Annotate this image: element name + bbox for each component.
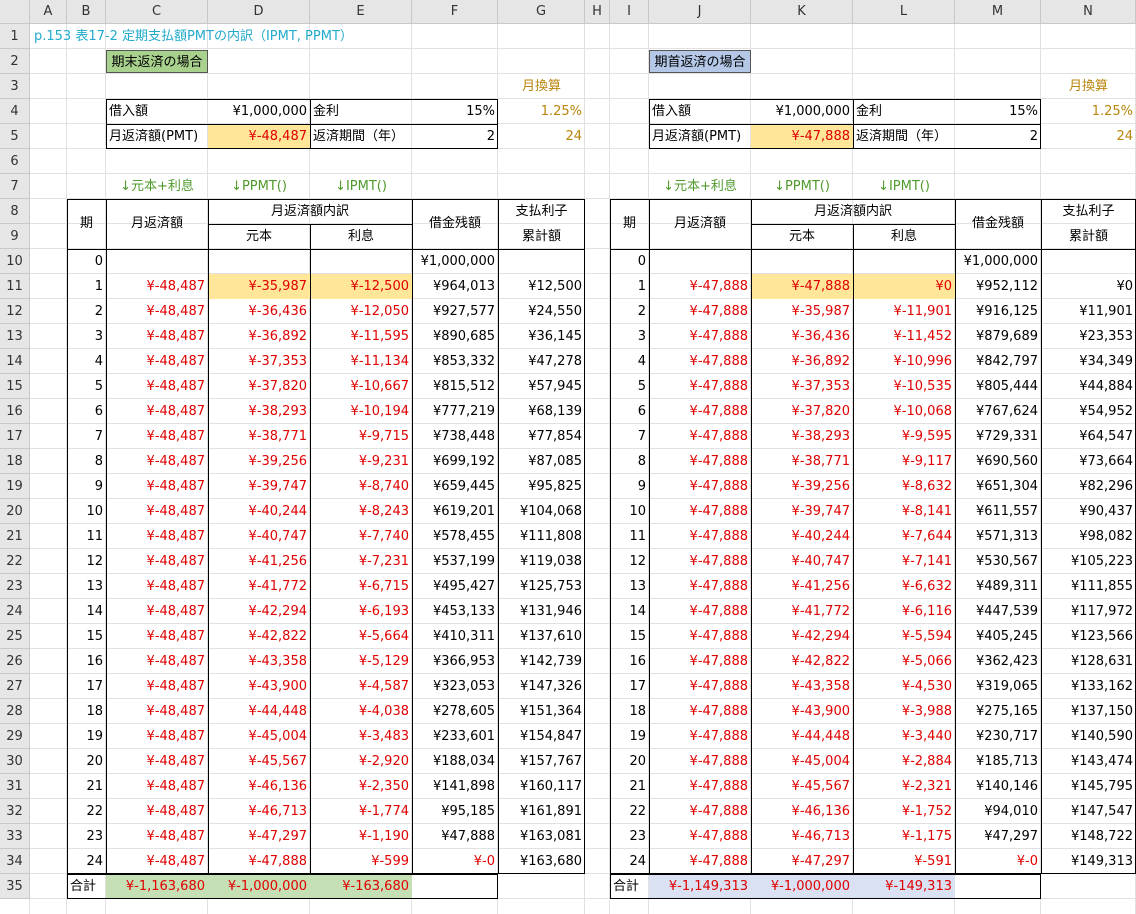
column-header-I[interactable]: I	[610, 0, 649, 24]
left-table-vline-3	[412, 199, 413, 874]
column-header-B[interactable]: B	[67, 0, 106, 24]
right-arrow-total-note[interactable]: ↓元本+利息	[649, 174, 751, 199]
row-header-30[interactable]: 30	[0, 749, 30, 774]
row-header-28[interactable]: 28	[0, 699, 30, 724]
left-table-vline-0	[106, 199, 107, 874]
row-header-34[interactable]: 34	[0, 849, 30, 874]
right-arrow-ipmt-note[interactable]: ↓IPMT()	[853, 174, 955, 199]
row-header-19[interactable]: 19	[0, 474, 30, 499]
left-arrow-ipmt-note[interactable]: ↓IPMT()	[310, 174, 412, 199]
column-header-C[interactable]: C	[106, 0, 208, 24]
spreadsheet[interactable]: A B C D E F G H I J K L M N 1 2 3 4 5 6 7 8 9 10 11 12 13 14 15 16 17 1…	[0, 0, 1136, 914]
right-header-bottom-line	[610, 249, 1136, 250]
row-header-21[interactable]: 21	[0, 524, 30, 549]
row-header-14[interactable]: 14	[0, 349, 30, 374]
column-header-L[interactable]: L	[853, 0, 955, 24]
row-header-33[interactable]: 33	[0, 824, 30, 849]
column-header-J[interactable]: J	[649, 0, 751, 24]
right-scenario-heading[interactable]: 期首返済の場合	[649, 50, 751, 73]
column-header-E[interactable]: E	[310, 0, 412, 24]
right-table-vline-1	[751, 199, 752, 874]
left-params-vline-1	[310, 99, 311, 149]
row-header-5[interactable]: 5	[0, 124, 30, 149]
right-monthly-calc-label[interactable]: 月換算	[1041, 74, 1136, 99]
row-header-15[interactable]: 15	[0, 374, 30, 399]
left-scenario-heading[interactable]: 期末返済の場合	[106, 50, 208, 73]
column-header-F[interactable]: F	[412, 0, 498, 24]
column-header-K[interactable]: K	[751, 0, 853, 24]
left-arrow-ppmt-note[interactable]: ↓PPMT()	[208, 174, 310, 199]
left-table-vline-1	[208, 199, 209, 874]
row-header-6[interactable]: 6	[0, 149, 30, 174]
row-header-18[interactable]: 18	[0, 449, 30, 474]
right-params-vline-1	[853, 99, 854, 149]
column-header-G[interactable]: G	[498, 0, 585, 24]
row-header-29[interactable]: 29	[0, 724, 30, 749]
row-header-13[interactable]: 13	[0, 324, 30, 349]
row-header-35[interactable]: 35	[0, 874, 30, 899]
row-header-4[interactable]: 4	[0, 99, 30, 124]
left-arrow-total-note[interactable]: ↓元本+利息	[106, 174, 208, 199]
right-table-border	[610, 199, 1136, 874]
row-header-17[interactable]: 17	[0, 424, 30, 449]
left-table-border	[67, 199, 585, 874]
row-header-22[interactable]: 22	[0, 549, 30, 574]
right-table-vline-2	[853, 224, 854, 874]
left-breakdown-hline	[208, 224, 412, 225]
right-table-vline-0	[649, 199, 650, 874]
row-header-16[interactable]: 16	[0, 399, 30, 424]
right-params-hline	[649, 124, 1041, 125]
right-breakdown-hline	[751, 224, 955, 225]
left-totals-border	[67, 874, 498, 899]
row-header-8[interactable]: 8	[0, 199, 30, 224]
left-monthly-rate-value[interactable]: 1.25%	[498, 99, 585, 124]
row-header-31[interactable]: 31	[0, 774, 30, 799]
row-header-12[interactable]: 12	[0, 299, 30, 324]
row-header-10[interactable]: 10	[0, 249, 30, 274]
left-table-vline-2	[310, 224, 311, 874]
right-table-vline-4	[1041, 199, 1042, 874]
row-header-26[interactable]: 26	[0, 649, 30, 674]
column-header-M[interactable]: M	[955, 0, 1041, 24]
row-header-23[interactable]: 23	[0, 574, 30, 599]
row-header-11[interactable]: 11	[0, 274, 30, 299]
row-header-27[interactable]: 27	[0, 674, 30, 699]
left-header-bottom-line	[67, 249, 585, 250]
row-header-2[interactable]: 2	[0, 49, 30, 74]
row-header-9[interactable]: 9	[0, 224, 30, 249]
row-header-7[interactable]: 7	[0, 174, 30, 199]
column-header-D[interactable]: D	[208, 0, 310, 24]
right-monthly-rate-value[interactable]: 1.25%	[1041, 99, 1136, 124]
row-header-32[interactable]: 32	[0, 799, 30, 824]
row-header-20[interactable]: 20	[0, 499, 30, 524]
right-table-vline-3	[955, 199, 956, 874]
right-months-value[interactable]: 24	[1041, 124, 1136, 149]
left-table-vline-4	[498, 199, 499, 874]
column-header-N[interactable]: N	[1041, 0, 1136, 24]
right-totals-border	[610, 874, 1041, 899]
left-monthly-calc-label[interactable]: 月換算	[498, 74, 585, 99]
row-header-3[interactable]: 3	[0, 74, 30, 99]
column-header-A[interactable]: A	[30, 0, 67, 24]
row-header-1[interactable]: 1	[0, 24, 30, 49]
right-arrow-ppmt-note[interactable]: ↓PPMT()	[751, 174, 853, 199]
row-header-25[interactable]: 25	[0, 624, 30, 649]
left-months-value[interactable]: 24	[498, 124, 585, 149]
select-all-corner[interactable]	[0, 0, 30, 24]
column-header-H[interactable]: H	[585, 0, 610, 24]
sheet-title-cell[interactable]: p.153 表17-2 定期支払額PMTの内訳（IPMT, PPMT）	[30, 24, 498, 49]
left-params-hline	[106, 124, 498, 125]
row-header-24[interactable]: 24	[0, 599, 30, 624]
